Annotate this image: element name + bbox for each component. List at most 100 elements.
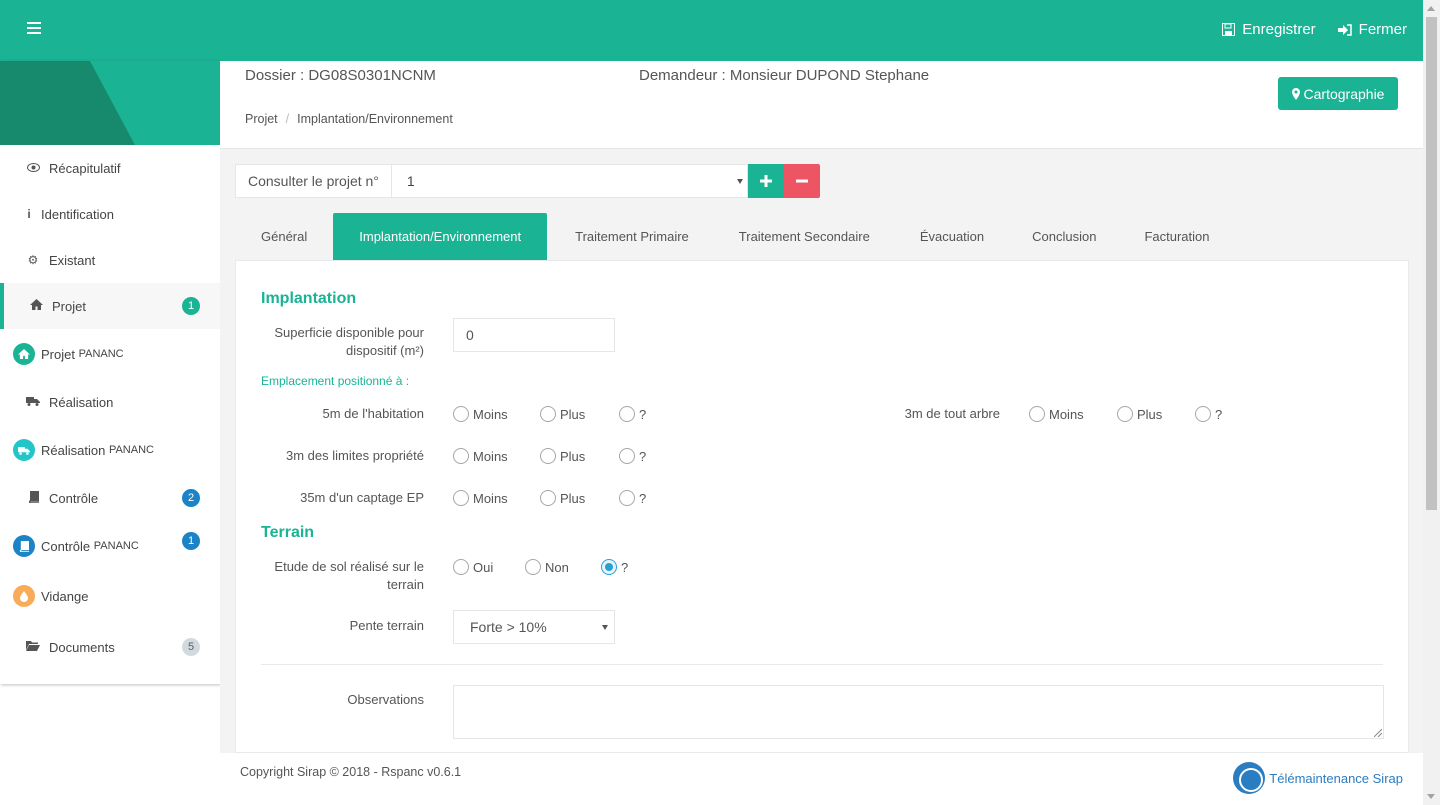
menu-toggle-icon[interactable] — [27, 22, 41, 38]
home-icon — [28, 299, 44, 313]
radio-label: Moins — [473, 406, 508, 422]
tab-implantation-environnement[interactable]: Implantation/Environnement — [333, 213, 548, 260]
captage-label: 35m d'un captage EP — [300, 490, 424, 505]
dossier-title: Dossier : DG08S0301NCNM — [245, 67, 436, 84]
pente-select[interactable]: Forte > 10% — [453, 610, 615, 644]
sidebar-item-controle[interactable]: Contrôle 2 — [0, 475, 220, 521]
sidebar-item-vidange[interactable]: Vidange — [0, 571, 220, 621]
radio-button[interactable] — [453, 448, 469, 464]
observations-textarea[interactable] — [453, 685, 1384, 739]
captage-radio-moins[interactable]: Moins — [453, 490, 508, 506]
etude-radio-non[interactable]: Non — [525, 559, 569, 575]
drop-circle-icon — [13, 585, 35, 607]
scroll-up-icon[interactable] — [1427, 6, 1435, 11]
tab-traitement-primaire[interactable]: Traitement Primaire — [547, 213, 713, 260]
pente-value: Forte > 10% — [470, 619, 547, 635]
sidebar-item-projet-panac[interactable]: Projet PANANC — [0, 329, 220, 379]
sidebar-item-realisation[interactable]: Réalisation — [0, 379, 220, 425]
sidebar-item-documents[interactable]: Documents 5 — [0, 621, 220, 673]
radio-button[interactable] — [525, 559, 541, 575]
etude-radio-oui[interactable]: Oui — [453, 559, 493, 575]
close-label: Fermer — [1358, 21, 1407, 38]
telemaintenance-logo[interactable]: Télémaintenance Sirap — [1233, 762, 1403, 794]
radio-button[interactable] — [1117, 406, 1133, 422]
arbre-radio-plus[interactable]: Plus — [1117, 406, 1162, 422]
radio-button-checked[interactable] — [601, 559, 617, 575]
count-badge: 1 — [182, 297, 200, 315]
sidebar-item-label: Vidange — [41, 588, 89, 604]
sign-out-icon — [1337, 23, 1352, 36]
save-button[interactable]: Enregistrer — [1222, 21, 1316, 38]
radio-button[interactable] — [1029, 406, 1045, 422]
logo-text: Télémaintenance Sirap — [1269, 770, 1403, 786]
superficie-value: 0 — [466, 327, 474, 343]
add-project-button[interactable] — [747, 164, 784, 198]
tab-evacuation[interactable]: Évacuation — [896, 213, 1008, 260]
habitation-radio-moins[interactable]: Moins — [453, 406, 508, 422]
radio-button[interactable] — [619, 448, 635, 464]
remove-project-button[interactable] — [783, 164, 820, 198]
sidebar-item-identification[interactable]: i Identification — [0, 191, 220, 237]
etude-radio-unknown[interactable]: ? — [601, 559, 628, 575]
tab-conclusion[interactable]: Conclusion — [1008, 213, 1120, 260]
radio-button[interactable] — [540, 448, 556, 464]
radio-button[interactable] — [1195, 406, 1211, 422]
top-actions: Enregistrer Fermer — [1222, 21, 1407, 38]
tab-bar: Général Implantation/Environnement Trait… — [235, 213, 1234, 260]
tab-general[interactable]: Général — [235, 213, 333, 260]
limites-radio-plus[interactable]: Plus — [540, 448, 585, 464]
radio-label: Moins — [473, 448, 508, 464]
arbre-radio-moins[interactable]: Moins — [1029, 406, 1084, 422]
book-icon — [25, 489, 41, 506]
plus-icon — [759, 175, 772, 187]
sidebar-item-recapitulatif[interactable]: Récapitulatif — [0, 145, 220, 191]
arbre-radio-unknown[interactable]: ? — [1195, 406, 1222, 422]
limites-radio-unknown[interactable]: ? — [619, 448, 646, 464]
radio-button[interactable] — [619, 406, 635, 422]
radio-button[interactable] — [540, 406, 556, 422]
captage-radio-unknown[interactable]: ? — [619, 490, 646, 506]
count-badge: 2 — [182, 489, 200, 507]
footer: Copyright Sirap © 2018 - Rspanc v0.6.1 T… — [220, 753, 1423, 805]
superficie-input[interactable]: 0 — [453, 318, 615, 352]
radio-label: Plus — [560, 490, 586, 506]
cogs-icon: ⚙ — [27, 253, 39, 267]
radio-button[interactable] — [540, 490, 556, 506]
globe-icon — [1233, 762, 1266, 794]
captage-radio-plus[interactable]: Plus — [540, 490, 585, 506]
radio-label: Plus — [560, 406, 586, 422]
radio-button[interactable] — [453, 406, 469, 422]
vertical-scrollbar[interactable] — [1423, 0, 1440, 805]
sidebar-item-projet[interactable]: Projet 1 — [0, 283, 220, 329]
scrollbar-thumb[interactable] — [1426, 17, 1437, 510]
scroll-down-icon[interactable] — [1427, 794, 1435, 799]
breadcrumb: Projet / Implantation/Environnement — [245, 112, 453, 126]
sidebar-item-label: Réalisation — [41, 442, 106, 458]
sidebar-item-controle-panac[interactable]: Contrôle PANANC 1 — [0, 521, 220, 571]
home-circle-icon — [13, 343, 35, 365]
project-selector: Consulter le projet n° 1 — [235, 164, 820, 198]
project-select[interactable]: 1 — [390, 164, 748, 198]
habitation-radio-unknown[interactable]: ? — [619, 406, 646, 422]
count-badge: 5 — [182, 638, 200, 656]
sidebar-item-existant[interactable]: ⚙ Existant — [0, 237, 220, 283]
limites-radio-moins[interactable]: Moins — [453, 448, 508, 464]
cartographie-button[interactable]: Cartographie — [1278, 77, 1398, 110]
habitation-radio-plus[interactable]: Plus — [540, 406, 585, 422]
tab-traitement-secondaire[interactable]: Traitement Secondaire — [713, 213, 896, 260]
demandeur-title: Demandeur : Monsieur DUPOND Stephane — [639, 67, 930, 84]
tab-facturation[interactable]: Facturation — [1120, 213, 1233, 260]
resize-grip-icon[interactable] — [1374, 729, 1382, 737]
sidebar-item-label: Projet — [52, 298, 86, 314]
radio-button[interactable] — [453, 490, 469, 506]
radio-label: ? — [621, 559, 629, 575]
sidebar-item-sublabel: PANANC — [108, 444, 154, 456]
radio-button[interactable] — [453, 559, 469, 575]
breadcrumb-item[interactable]: Projet — [245, 112, 278, 126]
close-button[interactable]: Fermer — [1337, 21, 1407, 38]
radio-button[interactable] — [619, 490, 635, 506]
main-content: Consulter le projet n° 1 Général Implant… — [220, 149, 1423, 753]
sidebar-item-realisation-panac[interactable]: Réalisation PANANC — [0, 425, 220, 475]
sidebar-item-label: Récapitulatif — [49, 160, 121, 176]
superficie-label: Superficie disponible pour dispositif (m… — [274, 325, 424, 358]
